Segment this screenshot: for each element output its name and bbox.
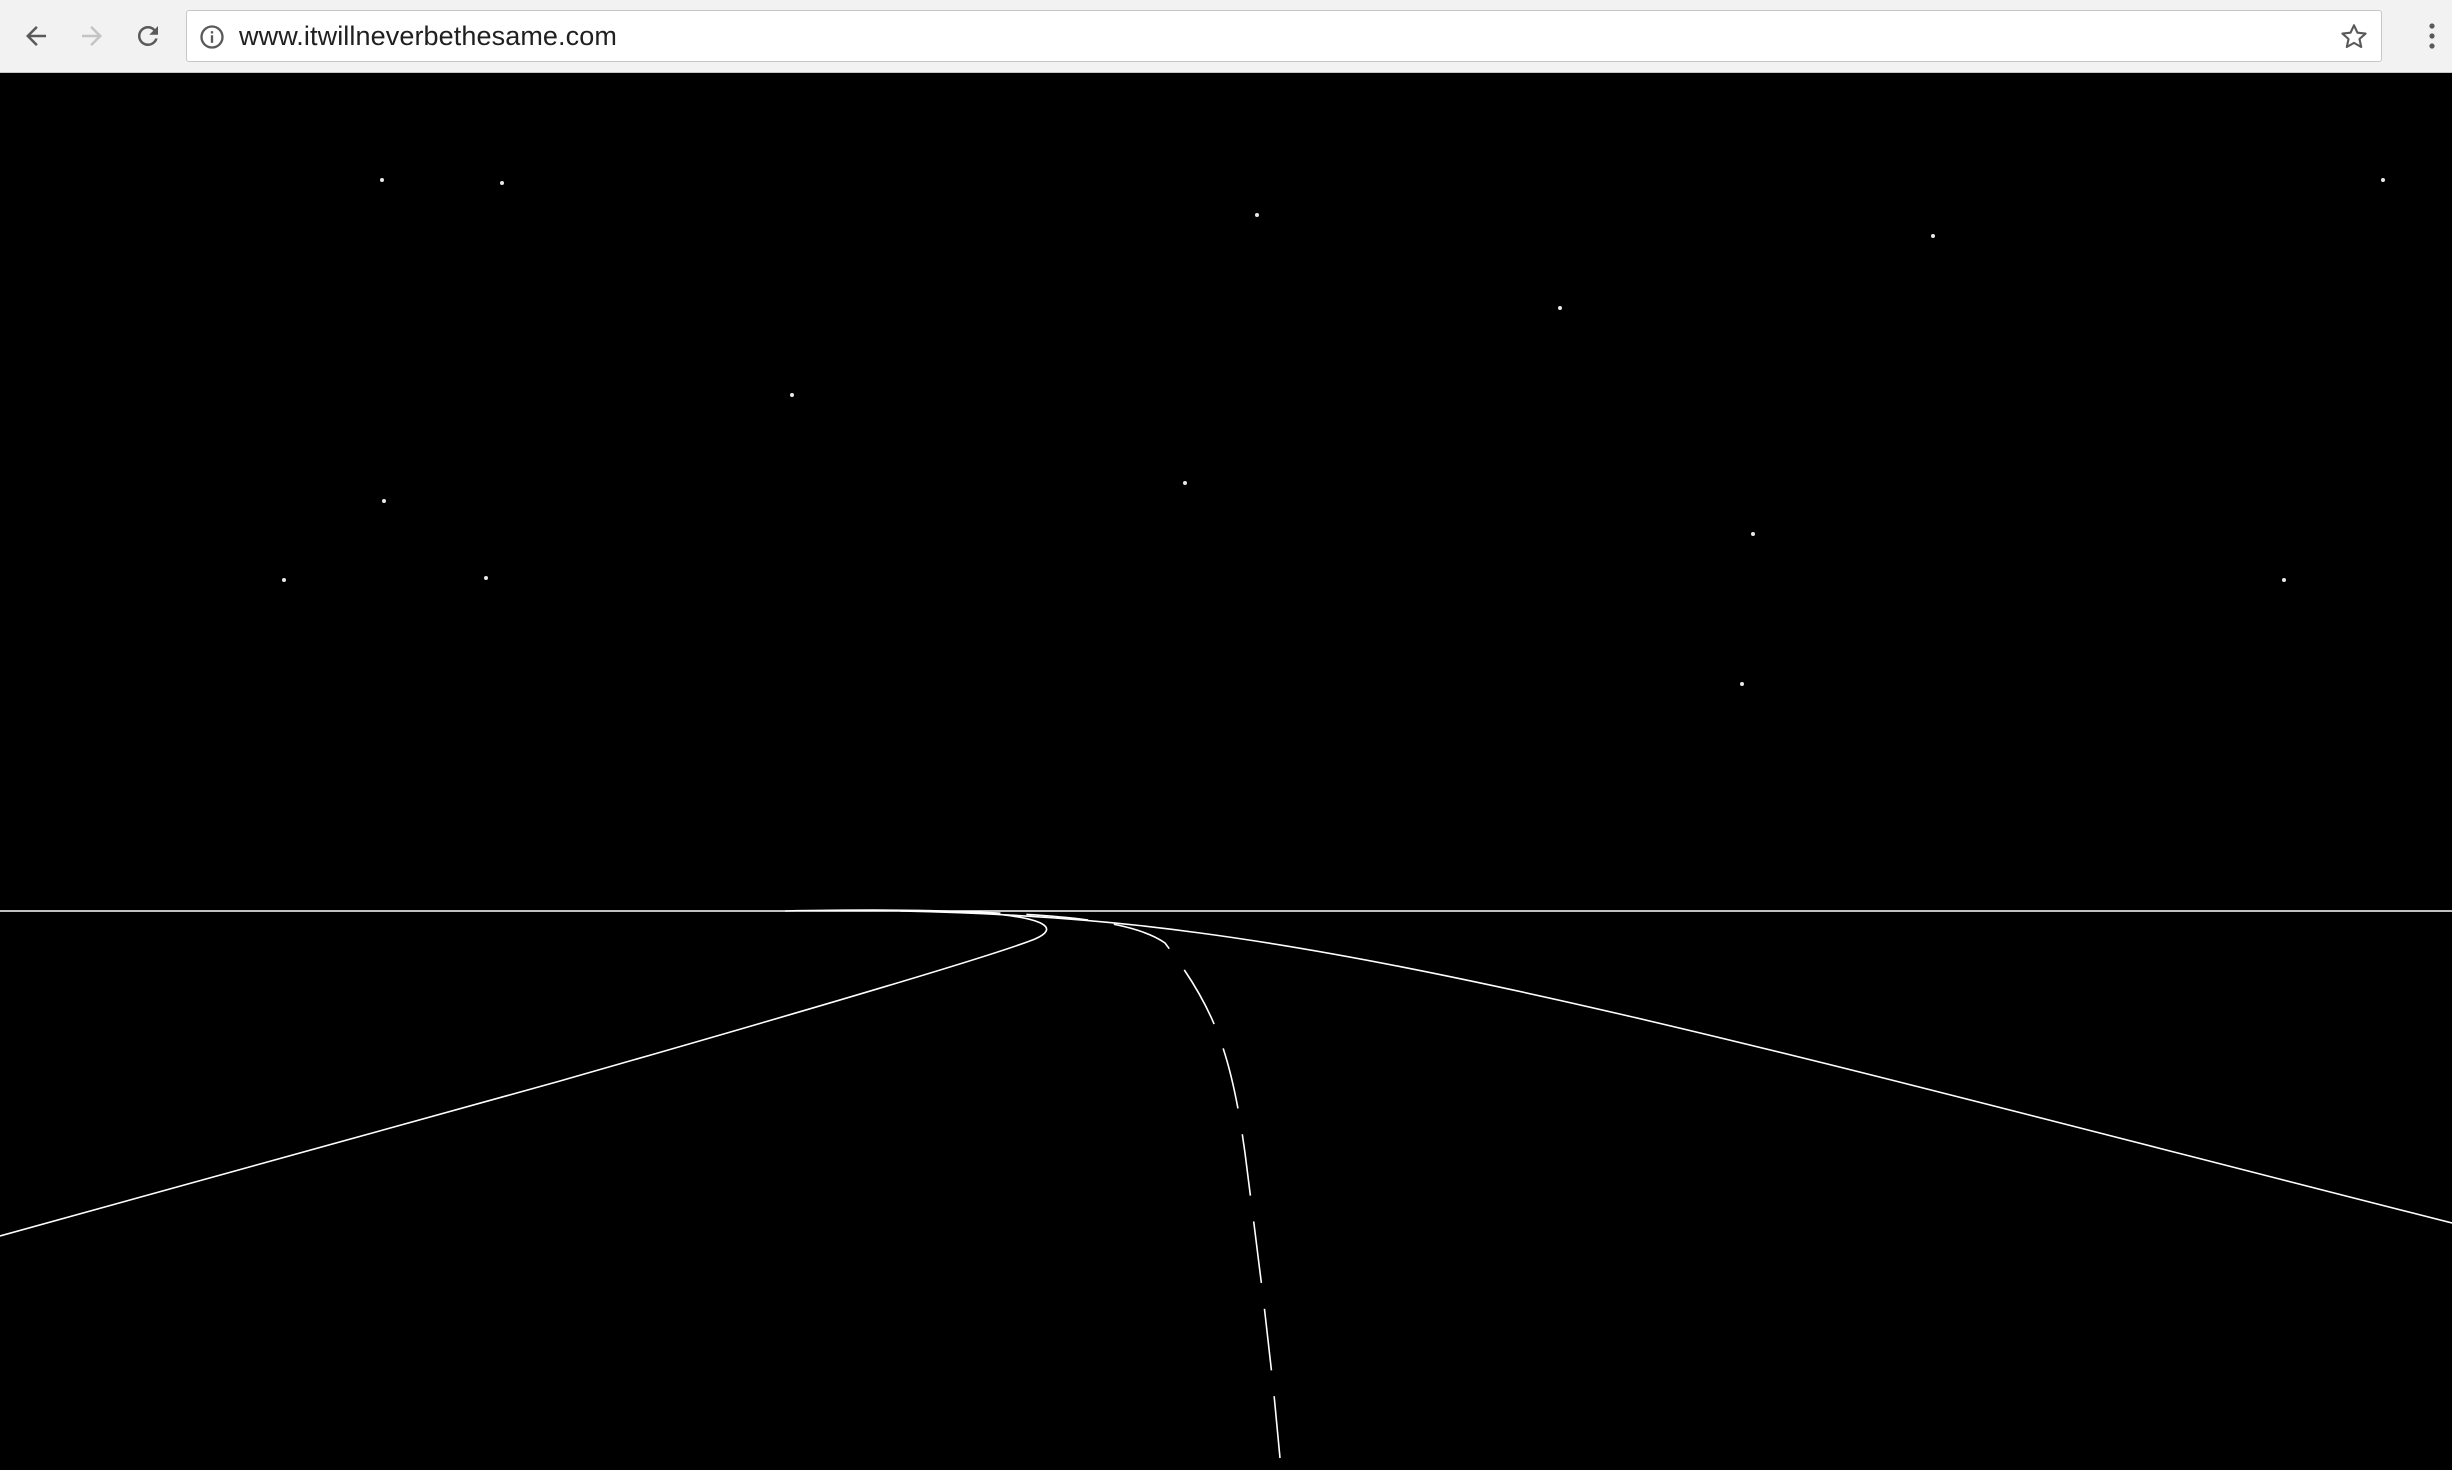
road-left-edge xyxy=(0,909,1048,1237)
road-right-edge xyxy=(899,910,2452,1224)
star xyxy=(380,178,384,182)
star xyxy=(1255,213,1259,217)
reload-button[interactable] xyxy=(126,14,170,58)
star-field xyxy=(282,178,2385,686)
star xyxy=(282,578,286,582)
browser-toolbar: www.itwillneverbethesame.com xyxy=(0,0,2452,73)
star xyxy=(382,499,386,503)
browser-menu-button[interactable] xyxy=(2414,14,2450,58)
star xyxy=(484,576,488,580)
back-arrow-icon xyxy=(26,26,46,46)
address-bar[interactable]: www.itwillneverbethesame.com xyxy=(186,10,2382,62)
night-road-scene xyxy=(0,178,2452,1459)
star xyxy=(1740,682,1744,686)
star xyxy=(1751,532,1755,536)
url-text[interactable]: www.itwillneverbethesame.com xyxy=(239,11,617,61)
forward-button[interactable] xyxy=(70,14,114,58)
reload-icon xyxy=(137,25,158,46)
star xyxy=(2381,178,2385,182)
star xyxy=(500,181,504,185)
star xyxy=(1183,481,1187,485)
back-button[interactable] xyxy=(14,14,58,58)
star xyxy=(790,393,794,397)
info-icon[interactable] xyxy=(197,22,227,52)
forward-arrow-icon xyxy=(82,26,102,46)
page-canvas[interactable] xyxy=(0,73,2452,1470)
star xyxy=(2282,578,2286,582)
road-center-dashed-line xyxy=(919,910,1281,1459)
star xyxy=(1558,306,1562,310)
star xyxy=(1931,234,1935,238)
kebab-menu-icon xyxy=(2429,23,2435,49)
star-icon xyxy=(2341,24,2367,49)
bookmark-star-button[interactable] xyxy=(2337,20,2371,54)
